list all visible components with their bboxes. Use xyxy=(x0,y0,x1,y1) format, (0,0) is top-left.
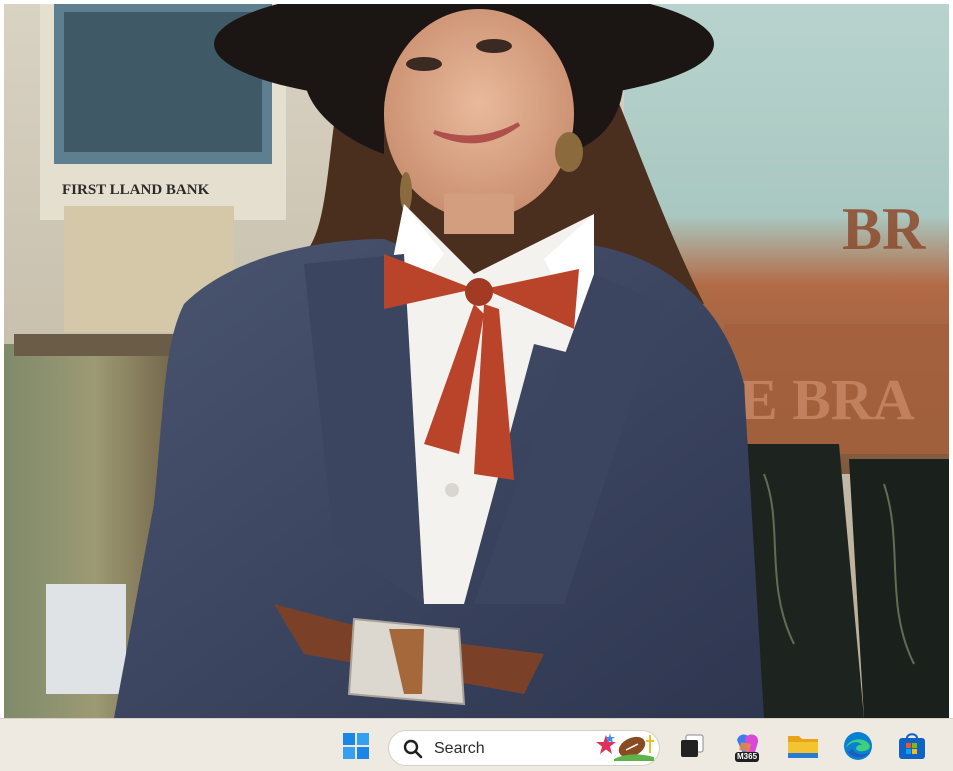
store-icon xyxy=(899,733,925,759)
m365-badge: M365 xyxy=(735,752,760,762)
sign-text-bra: E BRA xyxy=(739,367,915,432)
edge-icon xyxy=(844,732,872,760)
task-view-button[interactable] xyxy=(674,728,710,764)
m365-copilot-button[interactable]: M365 xyxy=(729,728,765,764)
sign-text-br: BR xyxy=(842,196,926,262)
football-icon[interactable] xyxy=(596,731,658,761)
search-label: Search xyxy=(434,740,485,757)
file-explorer-button[interactable] xyxy=(785,728,821,764)
start-button[interactable] xyxy=(338,728,374,764)
edge-browser-button[interactable] xyxy=(840,728,876,764)
search-icon xyxy=(403,739,423,759)
desktop-wallpaper: BR E BRA FIRST LLAND BANK xyxy=(4,4,949,718)
taskbar: Search M365 xyxy=(0,718,953,771)
windows-start-icon xyxy=(343,733,369,759)
poster-text: FIRST LLAND BANK xyxy=(62,182,210,198)
microsoft-store-button[interactable] xyxy=(894,728,930,764)
file-explorer-icon xyxy=(788,736,818,758)
task-view-icon xyxy=(681,734,704,757)
